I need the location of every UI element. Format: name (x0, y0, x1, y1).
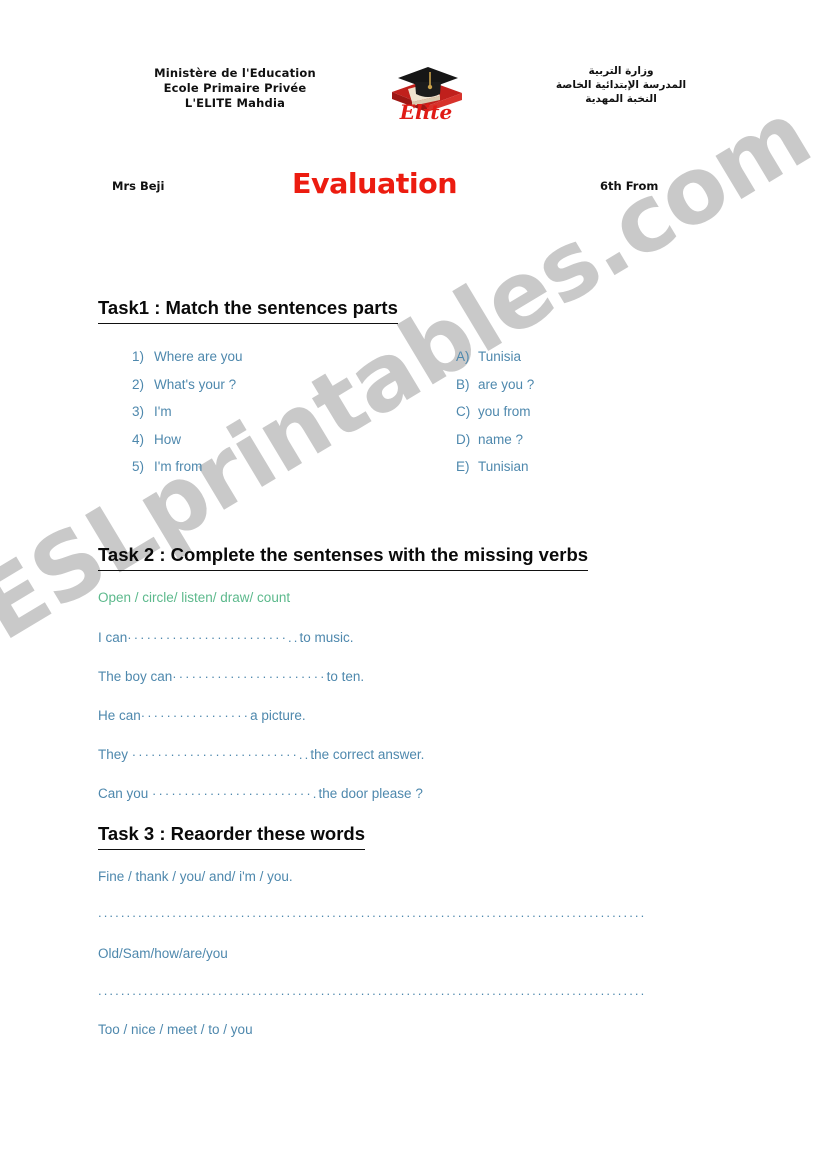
task1-right-item: A) Tunisia (456, 343, 534, 371)
school-ar-line-1: وزارة التربية (588, 65, 654, 77)
sentence-after: a picture. (250, 708, 306, 723)
task3-heading: Task 3 : Reaorder these words (98, 823, 365, 850)
answer-blank[interactable]: ·························. (152, 786, 318, 801)
answer-blank[interactable]: ························ (172, 669, 326, 684)
school-ar-line-2: المدرسة الإبتدائية الخاصة (555, 79, 687, 91)
item-marker: E) (456, 459, 470, 474)
item-text: are you ? (478, 376, 535, 392)
class-form-label: 6th From (600, 179, 659, 193)
school-name-french: Ministère de l'Education Ecole Primaire … (100, 66, 370, 111)
elite-graduation-cap-logo: Elite (378, 52, 474, 124)
task2-sentence: He can·················a picture. (98, 708, 306, 723)
task1-heading: Task1 : Match the sentences parts (98, 297, 398, 324)
item-text: name ? (478, 431, 524, 447)
task1-left-item: 5) I'm from (132, 453, 243, 481)
item-marker: 4) (132, 431, 145, 447)
item-text: Tunisian (478, 459, 529, 474)
page-header: Ministère de l'Education Ecole Primaire … (0, 52, 821, 132)
task1-left-item: 4) How (132, 426, 243, 454)
task2-sentence: Can you ·························.the do… (98, 786, 423, 801)
school-fr-line-1: Ministère de l'Education (154, 66, 316, 80)
task1-left-item: 2) What's your ? (132, 371, 243, 399)
page-title: Evaluation (292, 167, 458, 200)
sentence-after: the door please ? (318, 786, 423, 801)
item-text: I'm from (154, 459, 203, 474)
sentence-before: He can (98, 708, 141, 723)
item-marker: C) (456, 404, 471, 419)
sentence-after: to ten. (326, 669, 365, 684)
title-row: Mrs Beji Evaluation 6th From (0, 166, 821, 208)
task1-right-column: A) Tunisia B) are you ? C) you from D) name … (456, 343, 534, 481)
answer-blank[interactable]: ·························.. (127, 630, 299, 645)
item-text: I'm (154, 404, 172, 419)
task3-prompt: Fine / thank / you/ and/ i'm / you. (98, 869, 293, 884)
item-text: you from (478, 404, 531, 419)
task2-word-bank: Open / circle/ listen/ draw/ count (98, 590, 291, 605)
item-marker: A) (456, 349, 470, 364)
item-text: Tunisia (478, 349, 522, 364)
svg-text:Elite: Elite (399, 100, 452, 124)
school-name-arabic: وزارة التربية المدرسة الإبتدائية الخاصة … (521, 64, 721, 106)
task1-right-item: E) Tunisian (456, 453, 534, 481)
task3-answer-blank[interactable]: ........................................… (98, 905, 644, 920)
task1-right-item: C) you from (456, 398, 534, 426)
item-text: How (154, 431, 182, 447)
sentence-before: The boy can (98, 669, 173, 684)
sentence-after: to music. (299, 630, 354, 645)
school-ar-line-3: النخبة المهدية (585, 93, 657, 105)
item-text: Where are you (154, 349, 243, 364)
task2-sentence: I can·························..to music… (98, 630, 353, 645)
task2-sentence: The boy can························to te… (98, 669, 364, 684)
school-fr-line-2: Ecole Primaire Privée (163, 81, 307, 95)
item-marker: 3) (132, 404, 145, 419)
item-marker: 2) (132, 376, 145, 392)
item-marker: B) (456, 376, 470, 392)
answer-blank[interactable]: ··························.. (132, 747, 311, 762)
task1-right-item: B) are you ? (456, 371, 534, 399)
answer-blank[interactable]: ················· (141, 708, 250, 723)
item-marker: 5) (132, 459, 145, 474)
worksheet-page: ESLprintables.com Ministère de l'Educati… (0, 0, 821, 1161)
school-fr-line-3: L'ELITE Mahdia (184, 96, 286, 110)
task1-left-column: 1) Where are you 2) What's your ? 3) I'm 4)… (132, 343, 243, 481)
task1-left-item: 3) I'm (132, 398, 243, 426)
task2-heading: Task 2 : Complete the sentenses with the… (98, 544, 589, 571)
task3-answer-blank[interactable]: ........................................… (98, 983, 644, 998)
task2-sentence: They ··························..the cor… (98, 747, 424, 762)
item-text: What's your ? (154, 376, 237, 392)
item-marker: D) (456, 431, 471, 447)
task3-prompt: Old/Sam/how/are/you (98, 946, 228, 961)
sentence-after: the correct answer. (310, 747, 425, 762)
sentence-before: They (98, 747, 132, 762)
task3-prompt: Too / nice / meet / to / you (98, 1022, 253, 1037)
teacher-name: Mrs Beji (112, 179, 165, 193)
sentence-before: I can (98, 630, 128, 645)
item-marker: 1) (132, 349, 145, 364)
sentence-before: Can you (98, 786, 153, 801)
task1-right-item: D) name ? (456, 426, 534, 454)
task1-left-item: 1) Where are you (132, 343, 243, 371)
